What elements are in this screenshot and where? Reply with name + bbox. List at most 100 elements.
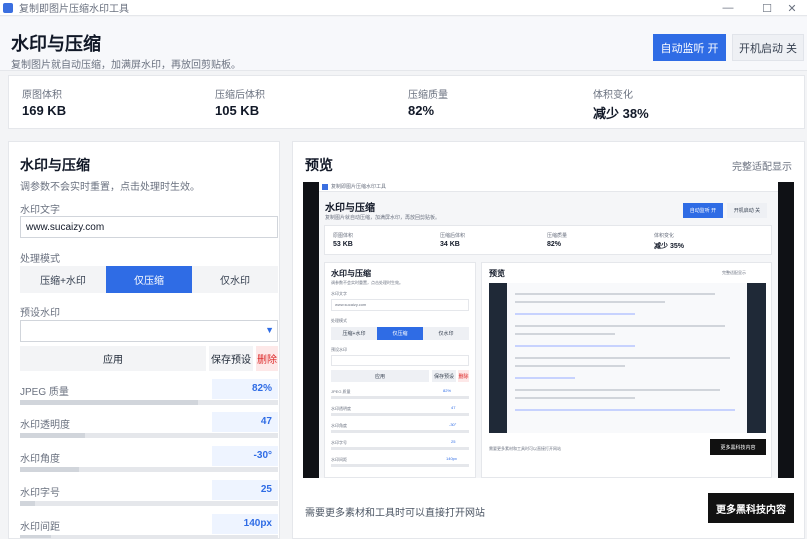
slider-fill xyxy=(20,400,199,405)
slider-label: 水印透明度 xyxy=(20,420,70,431)
preview-mode-label: 处理模式 xyxy=(331,318,347,323)
slider-label: 水印间距 xyxy=(20,522,60,533)
chevron-down-icon[interactable]: ▼ xyxy=(265,325,274,335)
slider-fill xyxy=(20,433,85,438)
stats-bar: 原图体积 169 KB 压缩后体积 105 KB 压缩质量 82% 体积变化 减… xyxy=(8,75,805,129)
stat-value: 169 KB xyxy=(22,103,67,118)
preview-stat-label: 体积变化 xyxy=(654,233,675,239)
preview-footer-text: 需要更多素材和工具时可以直接打开网站 xyxy=(305,508,485,519)
preview-slider-value: 25 xyxy=(451,439,456,444)
watermark-text-input[interactable] xyxy=(20,216,278,238)
preview-slider-value: 140px xyxy=(446,456,457,461)
settings-subtitle: 调参数不会实时重置，点击处理时生效。 xyxy=(20,182,200,193)
watermark-font-size-slider[interactable]: 水印字号 25 xyxy=(20,480,278,514)
app-header: 水印与压缩 复制图片就自动压缩，加满屏水印，再放回剪贴板。 自动监听 开 开机启… xyxy=(0,17,807,71)
minimize-icon[interactable]: — xyxy=(713,0,743,16)
watermark-opacity-slider[interactable]: 水印透明度 47 xyxy=(20,412,278,446)
preview-settings-subtitle: 调参数不会实时重置，点击处理时生效。 xyxy=(331,280,403,285)
preview-mode-button: 压缩+水印 xyxy=(331,327,377,340)
settings-title: 水印与压缩 xyxy=(20,157,90,173)
preview-nested-line xyxy=(515,357,730,359)
preview-stat-label: 压缩质量 xyxy=(547,233,568,239)
save-preset-button[interactable]: 保存预设 xyxy=(209,346,253,371)
fit-display-link[interactable]: 完整适配显示 xyxy=(732,158,792,173)
preview-preview-title: 预览 xyxy=(489,269,505,278)
preview-nested-line xyxy=(515,397,635,399)
jpeg-quality-slider[interactable]: JPEG 质量 82% xyxy=(20,379,278,413)
app-subtitle: 复制图片就自动压缩，加满屏水印，再放回剪贴板。 xyxy=(11,60,241,71)
slider-track[interactable] xyxy=(20,400,278,405)
slider-track[interactable] xyxy=(20,433,278,438)
preview-nested-line xyxy=(515,333,615,335)
preview-settings-panel: 水印与压缩 调参数不会实时重置，点击处理时生效。 水印文字 www.sucaiz… xyxy=(324,262,476,478)
slider-track[interactable] xyxy=(20,501,278,506)
preview-slider-value: 47 xyxy=(451,405,456,410)
preview-stat-value: 34 KB xyxy=(440,241,460,248)
preview-watermark-value: www.sucaizy.com xyxy=(335,302,367,307)
slider-label: 水印角度 xyxy=(20,454,60,465)
mode-watermark-only-button[interactable]: 仅水印 xyxy=(192,266,278,293)
preview-stat-label: 压缩后体积 xyxy=(440,233,466,239)
preview-slider-track xyxy=(331,396,469,399)
preview-nested-line xyxy=(515,325,725,327)
mode-label: 处理模式 xyxy=(20,254,60,265)
preview-stat-value: 减少 35% xyxy=(654,243,684,250)
preview-slider-label: 水印角度 xyxy=(331,423,347,428)
preview-mode-button-active: 仅压缩 xyxy=(377,327,423,340)
mode-compress-only-button[interactable]: 仅压缩 xyxy=(106,266,192,293)
close-icon[interactable]: ✕ xyxy=(777,0,807,16)
delete-preset-button[interactable]: 删除 xyxy=(256,346,278,371)
more-tech-button[interactable]: 更多黑科技内容 xyxy=(708,493,794,523)
preview-more-button: 更多黑科技内容 xyxy=(710,439,766,455)
preview-preset-label: 预设水印 xyxy=(331,347,347,352)
slider-value: -30° xyxy=(212,446,278,466)
preview-watermark-input: www.sucaizy.com xyxy=(331,299,469,311)
preview-stats: 原图体积 53 KB 压缩后体积 34 KB 压缩质量 82% 体积变化 减少 … xyxy=(324,225,772,255)
preview-nested-line xyxy=(515,345,635,347)
preview-nested-line xyxy=(515,389,720,391)
watermark-spacing-slider[interactable]: 水印间距 140px xyxy=(20,514,278,538)
mode-compress-watermark-button[interactable]: 压缩+水印 xyxy=(20,266,106,293)
preset-select[interactable]: ▼ xyxy=(20,320,278,342)
preview-image-titlebar: 复制即图片压缩水印工具 xyxy=(319,182,778,192)
apply-preset-button[interactable]: 应用 xyxy=(20,346,206,371)
slider-track[interactable] xyxy=(20,535,278,538)
preview-slider-label: 水印透明度 xyxy=(331,406,351,411)
preview-preset-select xyxy=(331,355,469,366)
preview-canvas: 复制即图片压缩水印工具 水印与压缩 复制图片就自动压缩，加满屏水印，再放回剪贴板… xyxy=(303,182,794,478)
preview-app-icon xyxy=(322,184,328,190)
preview-header-title: 水印与压缩 xyxy=(325,203,375,214)
preview-nested-line xyxy=(515,365,625,367)
slider-value: 82% xyxy=(212,379,278,399)
auto-monitor-toggle-button[interactable]: 自动监听 开 xyxy=(653,34,726,61)
preview-slider-track xyxy=(331,447,469,450)
stat-value: 减少 38% xyxy=(593,106,649,121)
preview-nested-canvas xyxy=(489,283,766,433)
slider-fill xyxy=(20,535,51,538)
autostart-toggle-button[interactable]: 开机启动 关 xyxy=(732,34,804,61)
preview-stat-value: 53 KB xyxy=(333,241,353,248)
preview-slider-track xyxy=(331,430,469,433)
preview-delete-button: 删除 xyxy=(458,370,469,382)
stat-value: 105 KB xyxy=(215,103,260,118)
preview-slider-value: 82% xyxy=(443,388,452,393)
slider-track[interactable] xyxy=(20,467,278,472)
preset-label: 预设水印 xyxy=(20,308,60,319)
preview-nested-line xyxy=(515,377,575,379)
preview-panel: 预览 完整适配显示 复制即图片压缩水印工具 水印与压缩 复制图片就自动压缩，加满… xyxy=(292,141,805,539)
watermark-angle-slider[interactable]: 水印角度 -30° xyxy=(20,446,278,480)
preview-monitor-button: 自动监听 开 xyxy=(683,203,723,218)
mode-segmented-control: 压缩+水印 仅压缩 仅水印 xyxy=(20,266,278,293)
preview-settings-title: 水印与压缩 xyxy=(331,269,371,278)
preset-actions: 应用 保存预设 删除 xyxy=(20,346,278,371)
slider-fill xyxy=(20,467,80,472)
preview-autostart-button: 开机启动 关 xyxy=(727,203,767,218)
preview-nested-line xyxy=(515,409,735,411)
preview-slider-label: 水印间距 xyxy=(331,457,347,462)
preview-title: 预览 xyxy=(305,157,333,173)
preview-nested-line xyxy=(515,313,635,315)
window-titlebar: 复制即图片压缩水印工具 — ☐ ✕ xyxy=(0,0,807,16)
stat-label: 压缩后体积 xyxy=(215,90,265,101)
preview-nested-document xyxy=(507,283,747,433)
preview-slider-value: -30° xyxy=(449,422,457,427)
